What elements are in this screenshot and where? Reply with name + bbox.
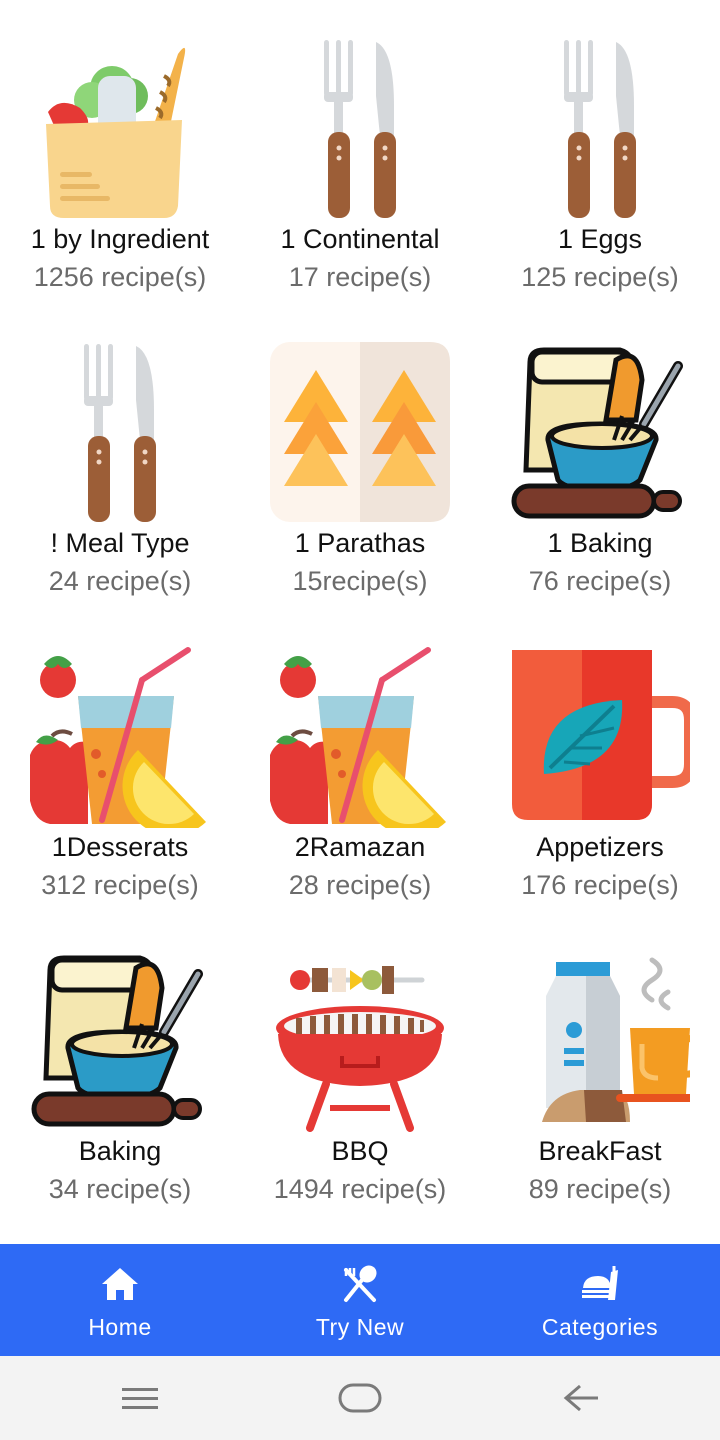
category-count: 125 recipe(s) — [521, 262, 679, 292]
category-card-baking[interactable]: Baking 34 recipe(s) — [0, 912, 240, 1216]
grocery-bag-icon — [30, 36, 210, 220]
category-count: 15recipe(s) — [292, 566, 428, 596]
category-title: 1 Baking — [547, 528, 653, 558]
category-card-meal-type[interactable]: ! Meal Type 24 recipe(s) — [0, 304, 240, 608]
fork-knife-icon — [30, 340, 210, 524]
baking-bowl-icon — [510, 340, 690, 524]
category-title: 1 Parathas — [294, 528, 426, 558]
category-count: 17 recipe(s) — [288, 262, 432, 292]
category-title: BBQ — [331, 1136, 389, 1166]
category-title: 2Ramazan — [294, 832, 426, 862]
home-pill-icon[interactable] — [330, 1378, 390, 1418]
category-count: 24 recipe(s) — [48, 566, 192, 596]
tea-mug-icon — [510, 644, 690, 828]
back-arrow-icon[interactable] — [550, 1378, 610, 1418]
juice-glass-icon — [30, 644, 210, 828]
nav-home[interactable]: Home — [0, 1244, 240, 1356]
food-tray-icon — [580, 1264, 620, 1304]
nav-try-new[interactable]: Try New — [240, 1244, 480, 1356]
category-card-appetizers[interactable]: Appetizers 176 recipe(s) — [480, 608, 720, 912]
bbq-grill-icon — [270, 948, 450, 1132]
category-card-desserats[interactable]: 1Desserats 312 recipe(s) — [0, 608, 240, 912]
juice-glass-icon — [270, 644, 450, 828]
baking-bowl-icon — [30, 948, 210, 1132]
category-card-by-ingredient[interactable]: 1 by Ingredient 1256 recipe(s) — [0, 0, 240, 304]
category-title: 1 by Ingredient — [30, 224, 210, 254]
category-card-ramazan[interactable]: 2Ramazan 28 recipe(s) — [240, 608, 480, 912]
nav-try-new-label: Try New — [315, 1314, 405, 1340]
nav-home-label: Home — [88, 1314, 152, 1340]
bottom-navigation-bar: Home Try New Categories — [0, 1244, 720, 1356]
parathas-photo-icon — [270, 340, 450, 524]
category-title: 1 Eggs — [557, 224, 643, 254]
category-card-breakfast[interactable]: BreakFast 89 recipe(s) — [480, 912, 720, 1216]
category-card-bbq[interactable]: BBQ 1494 recipe(s) — [240, 912, 480, 1216]
category-card-parathas[interactable]: 1 Parathas 15recipe(s) — [240, 304, 480, 608]
system-navigation-bar — [0, 1356, 720, 1440]
fork-knife-icon — [510, 36, 690, 220]
category-card-1-baking[interactable]: 1 Baking 76 recipe(s) — [480, 304, 720, 608]
category-card-continental[interactable]: 1 Continental 17 recipe(s) — [240, 0, 480, 304]
category-title: 1 Continental — [280, 224, 440, 254]
category-count: 1494 recipe(s) — [273, 1174, 447, 1204]
breakfast-icon — [510, 948, 690, 1132]
category-count: 76 recipe(s) — [528, 566, 672, 596]
category-title: Appetizers — [536, 832, 664, 862]
category-count: 312 recipe(s) — [41, 870, 199, 900]
category-count: 176 recipe(s) — [521, 870, 679, 900]
category-count: 89 recipe(s) — [528, 1174, 672, 1204]
category-title: ! Meal Type — [50, 528, 190, 558]
category-count: 34 recipe(s) — [48, 1174, 192, 1204]
category-count: 28 recipe(s) — [288, 870, 432, 900]
category-title: 1Desserats — [51, 832, 189, 862]
category-title: BreakFast — [538, 1136, 662, 1166]
category-title: Baking — [78, 1136, 162, 1166]
nav-categories-label: Categories — [541, 1314, 659, 1340]
home-icon — [100, 1264, 140, 1304]
category-count: 1256 recipe(s) — [33, 262, 207, 292]
fork-knife-icon — [270, 36, 450, 220]
category-card-eggs[interactable]: 1 Eggs 125 recipe(s) — [480, 0, 720, 304]
fork-spoon-icon — [340, 1264, 380, 1304]
category-grid: 1 by Ingredient 1256 recipe(s) 1 Contine… — [0, 0, 720, 1244]
nav-categories[interactable]: Categories — [480, 1244, 720, 1356]
menu-icon[interactable] — [110, 1378, 170, 1418]
